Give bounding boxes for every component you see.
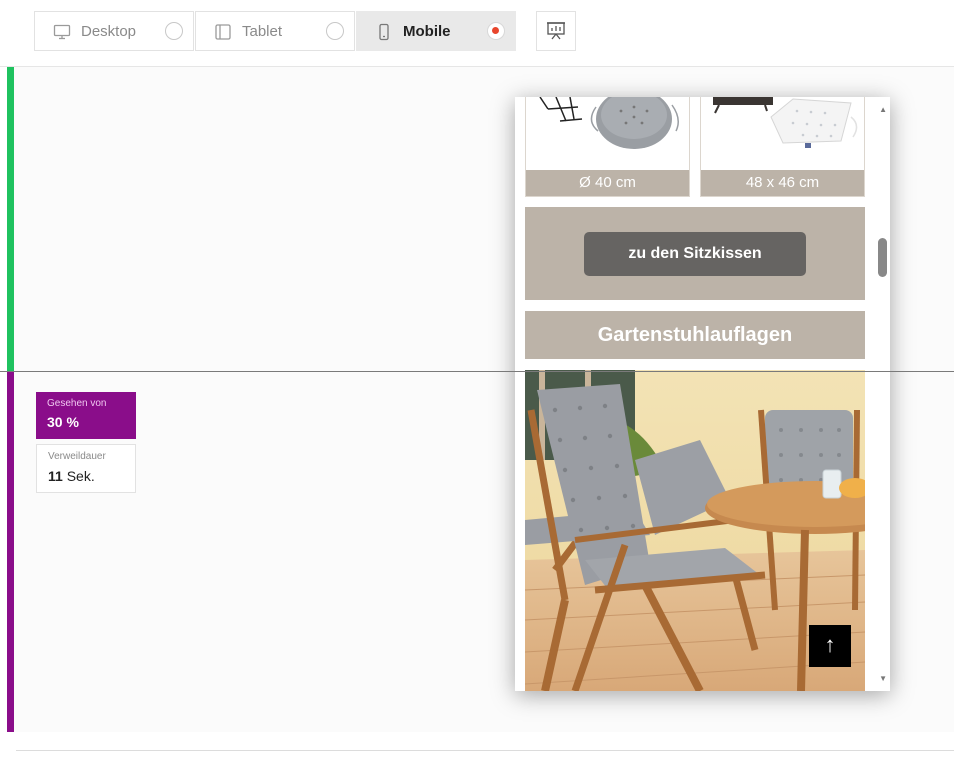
desktop-icon bbox=[53, 24, 71, 40]
presentation-button[interactable] bbox=[536, 11, 576, 51]
tablet-radio[interactable] bbox=[326, 22, 344, 40]
scroll-down-arrow-icon[interactable]: ▼ bbox=[879, 674, 887, 683]
tab-desktop-label: Desktop bbox=[81, 23, 137, 40]
mobile-icon bbox=[379, 23, 389, 41]
dwell-time-number: 11 bbox=[48, 468, 63, 484]
dwell-time-unit: Sek. bbox=[66, 468, 95, 484]
square-seat-cushion-image bbox=[713, 97, 858, 148]
tab-mobile[interactable]: Mobile bbox=[356, 11, 516, 51]
seen-by-stat: Gesehen von 30 % bbox=[36, 392, 136, 439]
presentation-icon bbox=[547, 22, 565, 40]
dwell-time-stat: Verweildauer 11 Sek. bbox=[36, 444, 136, 493]
seen-by-value: 30 % bbox=[47, 414, 79, 430]
zone-boundary-line bbox=[0, 371, 954, 372]
cta-section: zu den Sitzkissen bbox=[525, 207, 865, 300]
device-tabs: Desktop Tablet Mobile bbox=[34, 11, 516, 51]
product-card-round[interactable]: Ø 40 cm bbox=[525, 97, 690, 197]
tab-mobile-label: Mobile bbox=[403, 23, 451, 40]
dwell-time-label: Verweildauer bbox=[48, 451, 106, 462]
tab-tablet-label: Tablet bbox=[242, 23, 283, 40]
product-caption-round: Ø 40 cm bbox=[526, 170, 689, 196]
scroll-up-arrow-icon[interactable]: ▲ bbox=[879, 105, 887, 114]
section-heading: Gartenstuhlauflagen bbox=[525, 311, 865, 359]
seat-cushions-button[interactable]: zu den Sitzkissen bbox=[584, 232, 806, 276]
round-seat-cushion-image bbox=[539, 97, 679, 149]
mobile-preview[interactable]: Ø 40 cm 48 x 46 cm zu den Sitzkissen Gar… bbox=[515, 97, 890, 691]
desktop-radio[interactable] bbox=[165, 22, 183, 40]
scrollbar-thumb[interactable] bbox=[878, 238, 887, 277]
preview-scrollbar[interactable]: ▲ ▼ bbox=[875, 97, 890, 691]
tablet-icon bbox=[215, 24, 231, 40]
zone-2-indicator bbox=[7, 372, 14, 732]
product-caption-square: 48 x 46 cm bbox=[701, 170, 864, 196]
dwell-time-value: 11 Sek. bbox=[48, 468, 124, 484]
zone-1-indicator bbox=[7, 67, 14, 371]
product-card-square[interactable]: 48 x 46 cm bbox=[700, 97, 865, 197]
tab-tablet[interactable]: Tablet bbox=[195, 11, 355, 51]
scroll-to-top-button[interactable]: ↑ bbox=[809, 625, 851, 667]
tab-desktop[interactable]: Desktop bbox=[34, 11, 194, 51]
bottom-divider bbox=[16, 750, 954, 751]
mobile-radio[interactable] bbox=[487, 22, 505, 40]
seen-by-label: Gesehen von bbox=[47, 398, 107, 409]
